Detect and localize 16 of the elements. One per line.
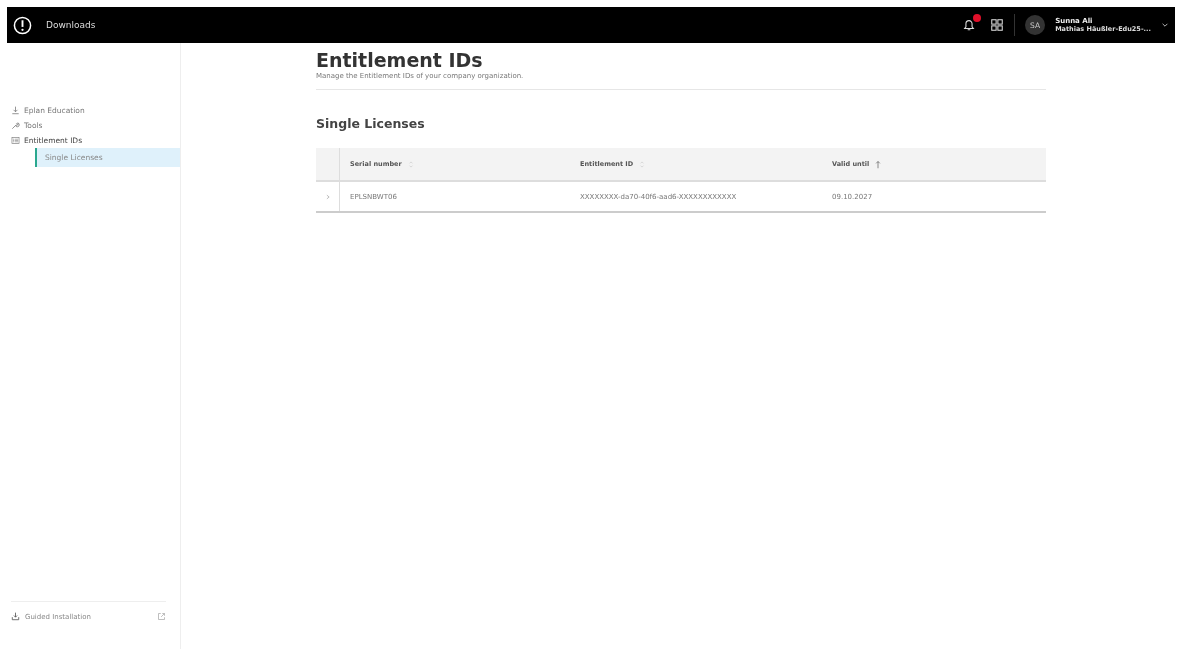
apps-grid-icon[interactable]: [990, 18, 1005, 32]
chevron-down-icon[interactable]: [1161, 21, 1169, 29]
download-icon: [11, 106, 20, 115]
section-title: Single Licenses: [316, 116, 426, 131]
sort-icon[interactable]: [407, 159, 414, 169]
page-title: Entitlement IDs: [316, 49, 484, 71]
wrench-icon: [11, 121, 20, 130]
app-title: Downloads: [46, 20, 96, 30]
chevron-right-icon[interactable]: [324, 193, 331, 200]
sort-icon[interactable]: [639, 159, 646, 169]
bell-icon[interactable]: [962, 18, 977, 32]
install-icon: [11, 612, 20, 621]
external-link-icon[interactable]: [157, 612, 166, 621]
logo-icon[interactable]: [13, 15, 32, 35]
sort-ascending-icon[interactable]: [875, 159, 882, 169]
list-icon: [11, 136, 20, 145]
